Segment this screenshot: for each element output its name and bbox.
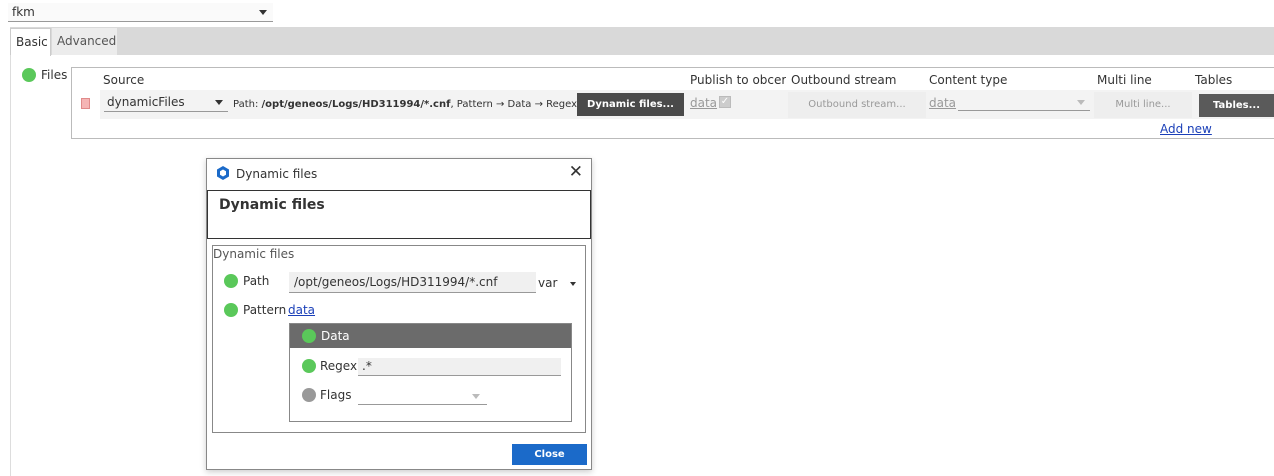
col-header-tables: Tables xyxy=(1195,73,1233,87)
path-type-select[interactable]: var xyxy=(538,276,578,292)
tab-basic[interactable]: Basic xyxy=(10,28,51,56)
add-new-link[interactable]: Add new xyxy=(1160,122,1212,136)
regex-label: Regex xyxy=(320,359,358,373)
trash-icon[interactable] xyxy=(81,98,90,109)
dialog-title: Dynamic files xyxy=(236,167,318,181)
dynamic-files-dialog: Dynamic files ✕ Dynamic files Dynamic fi… xyxy=(206,158,592,470)
col-header-source: Source xyxy=(103,73,145,87)
tab-basic-label: Basic xyxy=(16,35,48,49)
path-summary: Path: /opt/geneos/Logs/HD311994/*.cnf, P… xyxy=(233,99,592,110)
chevron-down-icon xyxy=(215,100,223,105)
content-type-select[interactable] xyxy=(958,95,1090,111)
multi-line-button-label: Multi line... xyxy=(1115,99,1171,110)
col-header-content-type: Content type xyxy=(929,73,1008,87)
chevron-down-icon xyxy=(259,10,267,15)
data-status-icon xyxy=(302,329,316,343)
path-suffix: , Pattern → Data → Regex: .* xyxy=(450,99,592,110)
dynamic-files-button-label: Dynamic files... xyxy=(587,99,674,110)
data-panel: Data Regex .* Flags xyxy=(289,323,572,422)
dynamic-files-button[interactable]: Dynamic files... xyxy=(577,93,684,116)
flags-label: Flags xyxy=(320,388,352,402)
tables-button[interactable]: Tables... xyxy=(1199,94,1274,117)
source-select[interactable]: dynamicFiles xyxy=(104,94,228,112)
files-status-icon xyxy=(22,68,36,82)
data-panel-header: Data xyxy=(290,324,571,348)
dialog-heading: Dynamic files xyxy=(219,197,325,213)
top-select-value: fkm xyxy=(12,5,35,19)
publish-checkbox[interactable]: ✓ xyxy=(719,96,731,108)
path-prefix: Path: xyxy=(233,99,262,110)
group-label: Dynamic files xyxy=(213,247,295,261)
app-logo-icon xyxy=(217,166,229,180)
regex-input[interactable]: .* xyxy=(358,358,561,376)
chevron-down-icon xyxy=(472,394,480,399)
outbound-stream-button-label: Outbound stream... xyxy=(808,99,906,110)
tab-advanced[interactable]: Advanced xyxy=(52,28,117,55)
path-type-value: var xyxy=(538,276,558,290)
multi-line-button[interactable]: Multi line... xyxy=(1094,92,1192,118)
path-input[interactable]: /opt/geneos/Logs/HD311994/*.cnf xyxy=(289,272,536,293)
tab-bar xyxy=(10,27,1274,55)
regex-input-value: .* xyxy=(362,359,372,373)
close-icon[interactable]: ✕ xyxy=(569,162,583,182)
data-header-label: Data xyxy=(321,329,350,343)
outbound-stream-button[interactable]: Outbound stream... xyxy=(788,92,926,118)
path-value: /opt/geneos/Logs/HD311994/*.cnf xyxy=(261,99,451,110)
dynamic-files-group: Dynamic files Path /opt/geneos/Logs/HD31… xyxy=(212,245,586,433)
chevron-down-icon xyxy=(570,282,576,286)
col-header-outbound: Outbound stream xyxy=(791,73,897,87)
path-label: Path xyxy=(243,274,270,288)
dialog-heading-box: Dynamic files xyxy=(207,190,591,239)
tab-advanced-label: Advanced xyxy=(57,34,117,48)
publish-data-link[interactable]: data xyxy=(690,96,717,110)
col-header-multi-line: Multi line xyxy=(1097,73,1152,87)
pattern-label: Pattern xyxy=(243,303,287,317)
regex-status-icon xyxy=(302,359,316,373)
close-button-label: Close xyxy=(534,449,565,460)
flags-select[interactable] xyxy=(358,388,487,405)
chevron-down-icon xyxy=(1077,100,1085,105)
close-button[interactable]: Close xyxy=(512,444,587,465)
dialog-title-bar: Dynamic files ✕ xyxy=(207,159,591,187)
tables-button-label: Tables... xyxy=(1213,100,1260,111)
path-input-value: /opt/geneos/Logs/HD311994/*.cnf xyxy=(294,275,498,289)
flags-status-icon xyxy=(302,388,316,402)
top-select[interactable]: fkm xyxy=(8,3,273,22)
source-select-value: dynamicFiles xyxy=(107,95,185,109)
path-status-icon xyxy=(224,274,238,288)
col-header-publish: Publish to obcerv xyxy=(690,73,786,87)
content-left-border xyxy=(10,55,11,476)
content-type-data-link[interactable]: data xyxy=(929,96,956,110)
files-label: Files xyxy=(41,68,68,82)
pattern-data-link[interactable]: data xyxy=(288,303,315,317)
pattern-status-icon xyxy=(224,303,238,317)
